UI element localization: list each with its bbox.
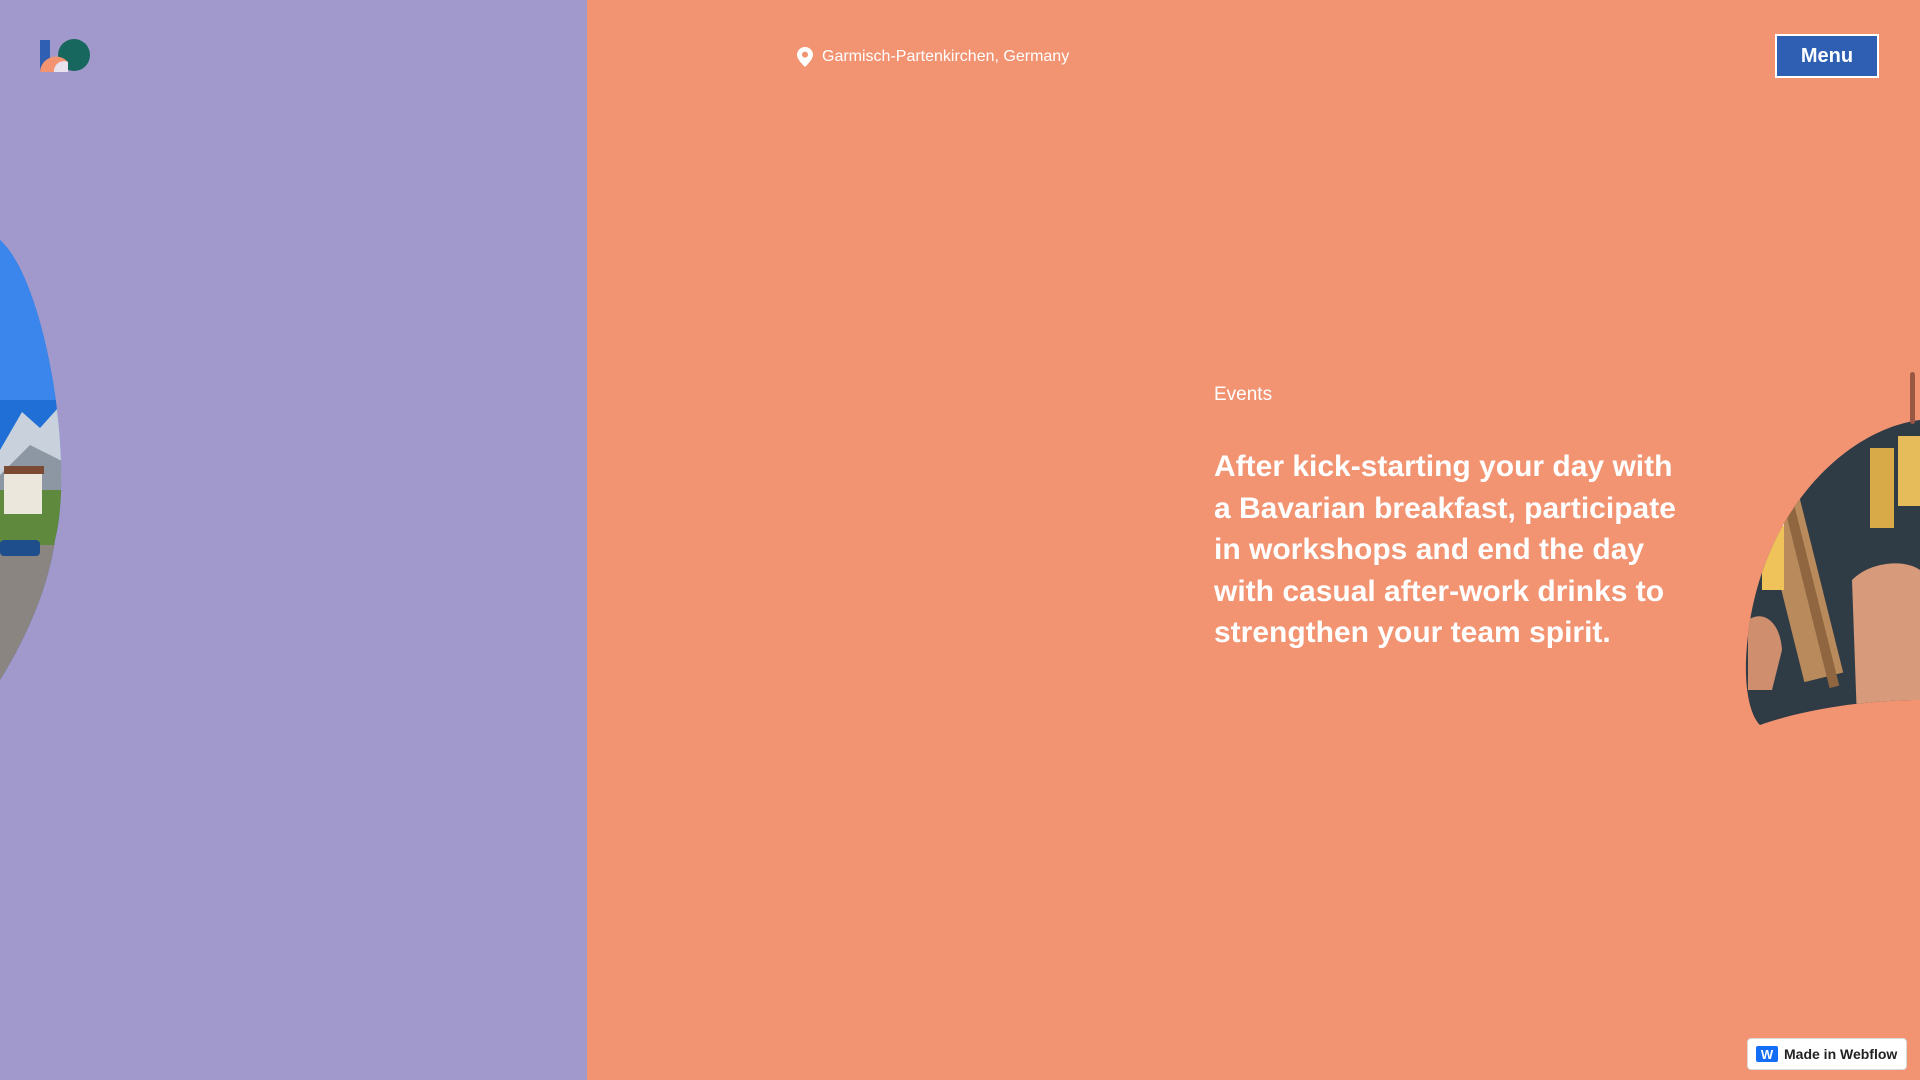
section-headline: After kick-starting your day with a Bava…: [1214, 450, 1676, 649]
menu-button[interactable]: Menu: [1775, 34, 1879, 78]
location-text: Garmisch-Partenkirchen, Germany: [822, 48, 1070, 65]
mountain-village-photo: [0, 240, 62, 680]
beer-toast-photo: [1745, 420, 1920, 725]
section-eyebrow: Events: [1214, 384, 1273, 405]
left-color-panel: [0, 0, 587, 1080]
map-pin-icon: [797, 47, 813, 67]
scrollbar-thumb[interactable]: [1910, 372, 1915, 424]
webflow-logo-icon: W: [1756, 1046, 1778, 1062]
logo-shapes: [40, 39, 90, 72]
badge-label: Made in Webflow: [1784, 1046, 1898, 1062]
location: Garmisch-Partenkirchen, Germany: [796, 44, 1069, 70]
made-in-webflow-badge[interactable]: W Made in Webflow: [1747, 1038, 1907, 1070]
logo[interactable]: [38, 38, 94, 74]
